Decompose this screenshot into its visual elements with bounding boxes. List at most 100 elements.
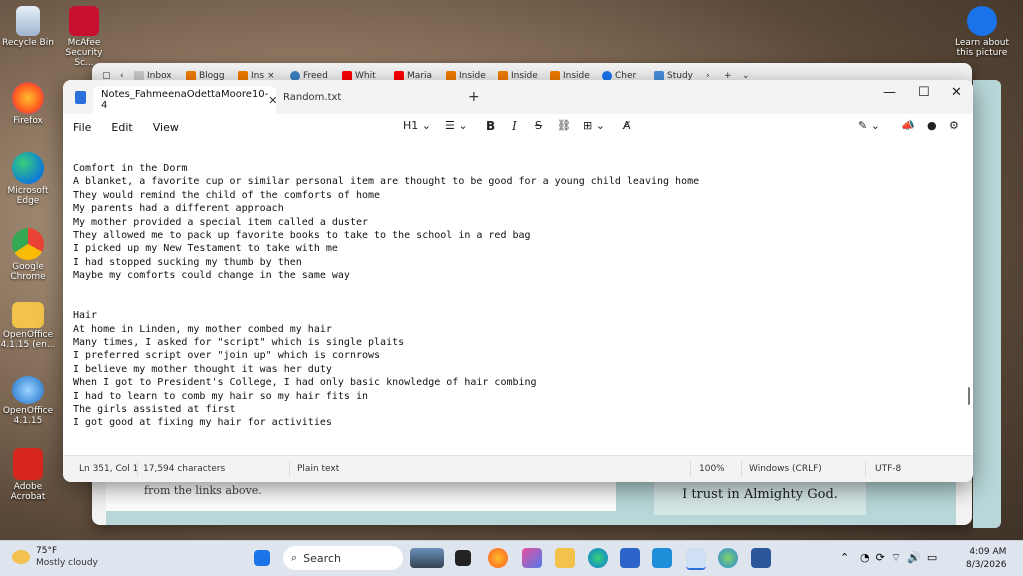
word-icon[interactable]: [751, 548, 771, 568]
search-label: Search: [303, 551, 341, 565]
firefox-taskbar-icon[interactable]: [488, 548, 508, 568]
notepad-tab-active[interactable]: Notes_FahmeenaOdettaMoore10-4 ✕: [93, 86, 278, 114]
text-line: My mother provided a special item called…: [73, 216, 369, 228]
heading-value: H1: [403, 119, 419, 132]
character-count: 17,594 characters: [143, 464, 226, 474]
text-line: My parents had a different approach: [73, 203, 284, 215]
show-hidden-icons[interactable]: ⌃: [840, 551, 849, 564]
notepad-menubar: File Edit View H1 ⌄ ☰ ⌄ B I S ⛓ ⊞ ⌄ A̸ ✎…: [63, 114, 973, 140]
search-highlight-image-icon[interactable]: [410, 548, 444, 568]
encoding[interactable]: UTF-8: [875, 464, 901, 474]
text-line: Many times, I asked for "script" which i…: [73, 337, 405, 349]
tab-close-icon[interactable]: ✕: [268, 94, 277, 107]
text-line: Comfort in the Dorm: [73, 163, 188, 174]
text-line: At home in Linden, my mother combed my h…: [73, 323, 332, 335]
cloudy-weather-icon: [12, 550, 30, 564]
file-explorer-icon[interactable]: [555, 548, 575, 568]
text-line: They would remind the child of the comfo…: [73, 189, 381, 201]
strikethrough-icon[interactable]: S: [535, 119, 542, 132]
status-divider: [289, 461, 290, 477]
file-format[interactable]: Plain text: [297, 464, 339, 474]
desktop-icon-learn-picture[interactable]: Learn about this picture: [952, 6, 1012, 58]
italic-icon[interactable]: I: [512, 119, 517, 133]
text-line: I had to learn to comb my hair so my hai…: [73, 390, 369, 402]
firefox-icon: [12, 82, 44, 114]
notepad-taskbar-icon[interactable]: [686, 548, 706, 570]
new-tab-icon[interactable]: +: [468, 89, 480, 105]
desktop-icon-recycle-bin[interactable]: Recycle Bin: [0, 6, 56, 48]
openoffice-icon: [12, 376, 44, 404]
clear-formatting-icon[interactable]: A̸: [623, 119, 631, 132]
text-line: Maybe my comforts could change in the sa…: [73, 270, 350, 282]
desktop-icon-chrome[interactable]: Google Chrome: [0, 228, 56, 282]
search-icon: ⌕: [291, 551, 298, 564]
chrome-icon: [12, 228, 44, 260]
desktop-icon-mcafee[interactable]: McAfee Security Sc...: [56, 6, 112, 68]
text-line: [73, 283, 963, 296]
recycle-bin-icon: [16, 6, 40, 36]
tab-title: Random.txt: [283, 92, 342, 103]
info-icon: [967, 6, 997, 36]
mcafee-icon: [69, 6, 99, 36]
weather-widget[interactable]: 75°F Mostly cloudy: [12, 545, 98, 569]
text-line: The girls assisted at first: [73, 404, 236, 416]
menu-edit[interactable]: Edit: [101, 121, 142, 134]
maps-icon[interactable]: [718, 548, 738, 568]
notepad-app-icon: [75, 91, 86, 104]
text-line: A blanket, a favorite cup or similar per…: [73, 176, 700, 188]
desktop-icon-edge[interactable]: Microsoft Edge: [0, 152, 56, 206]
close-icon[interactable]: ✕: [951, 85, 962, 100]
tray-icons: ◔⟳⌔🔊▭: [860, 551, 944, 564]
text-line: I preferred script over "join up" which …: [73, 350, 381, 362]
text-line: I believe my mother thought it was her d…: [73, 363, 332, 375]
background-window-edge: [973, 80, 1001, 528]
text-line: [73, 296, 963, 309]
menu-file[interactable]: File: [63, 121, 101, 134]
text-line: I picked up my New Testament to take wit…: [73, 243, 338, 255]
taskbar-search[interactable]: ⌕ Search: [283, 546, 403, 570]
cursor-position: Ln 351, Col 1: [79, 464, 139, 474]
text-editor-area[interactable]: Comfort in the Dorm A blanket, a favorite…: [63, 140, 973, 456]
status-divider: [137, 461, 138, 477]
heading-dropdown[interactable]: H1 ⌄: [403, 119, 431, 132]
notepad-tab[interactable]: Random.txt: [283, 92, 341, 103]
settings-gear-icon[interactable]: ⚙: [949, 119, 959, 132]
text-line: Hair: [73, 310, 98, 322]
clock[interactable]: 4:09 AM 8/3/2026: [966, 546, 1006, 572]
desktop-icon-openoffice-folder[interactable]: OpenOffice 4.1.15 (en...: [0, 302, 56, 350]
weather-desc: Mostly cloudy: [36, 558, 98, 568]
zoom-level[interactable]: 100%: [699, 464, 725, 474]
copilot-taskbar-icon[interactable]: [522, 548, 542, 568]
start-windows-icon[interactable]: [254, 550, 270, 566]
desktop-icon-openoffice[interactable]: OpenOffice 4.1.15: [0, 376, 56, 426]
weather-temp: 75°F: [36, 546, 58, 556]
folder-icon: [12, 302, 44, 328]
table-icon[interactable]: ⊞ ⌄: [583, 119, 605, 132]
copilot-icon[interactable]: ✎ ⌄: [858, 119, 880, 132]
task-view-icon[interactable]: [455, 550, 471, 566]
taskbar: 75°F Mostly cloudy ⌕ Search ⌃ ◔⟳⌔🔊▭ 4:09…: [0, 540, 1023, 576]
line-ending[interactable]: Windows (CRLF): [749, 464, 822, 474]
menu-view[interactable]: View: [143, 121, 189, 134]
app-icon[interactable]: [652, 548, 672, 568]
status-divider: [741, 461, 742, 477]
desktop-icon-acrobat[interactable]: Adobe Acrobat: [0, 448, 56, 502]
maximize-icon[interactable]: ☐: [918, 85, 930, 100]
list-icon[interactable]: ☰ ⌄: [445, 119, 468, 132]
minimize-icon[interactable]: —: [883, 85, 896, 100]
account-icon[interactable]: ●: [927, 119, 937, 132]
desktop-icon-firefox[interactable]: Firefox: [0, 82, 56, 126]
edge-taskbar-icon[interactable]: [588, 548, 608, 568]
link-icon[interactable]: ⛓: [557, 119, 571, 132]
status-divider: [690, 461, 691, 477]
announcement-icon[interactable]: 📣: [901, 119, 915, 132]
notepad-window: Notes_FahmeenaOdettaMoore10-4 ✕ Random.t…: [63, 80, 973, 482]
store-icon[interactable]: [620, 548, 640, 568]
notepad-titlebar: Notes_FahmeenaOdettaMoore10-4 ✕ Random.t…: [63, 80, 973, 114]
text-line: They allowed me to pack up favorite book…: [73, 229, 531, 241]
bold-icon[interactable]: B: [486, 119, 495, 133]
status-divider: [865, 461, 866, 477]
status-bar: Ln 351, Col 1 17,594 characters Plain te…: [63, 455, 973, 482]
vertical-scrollbar-thumb[interactable]: [968, 387, 970, 405]
text-line: I had stopped sucking my thumb by then: [73, 256, 302, 268]
